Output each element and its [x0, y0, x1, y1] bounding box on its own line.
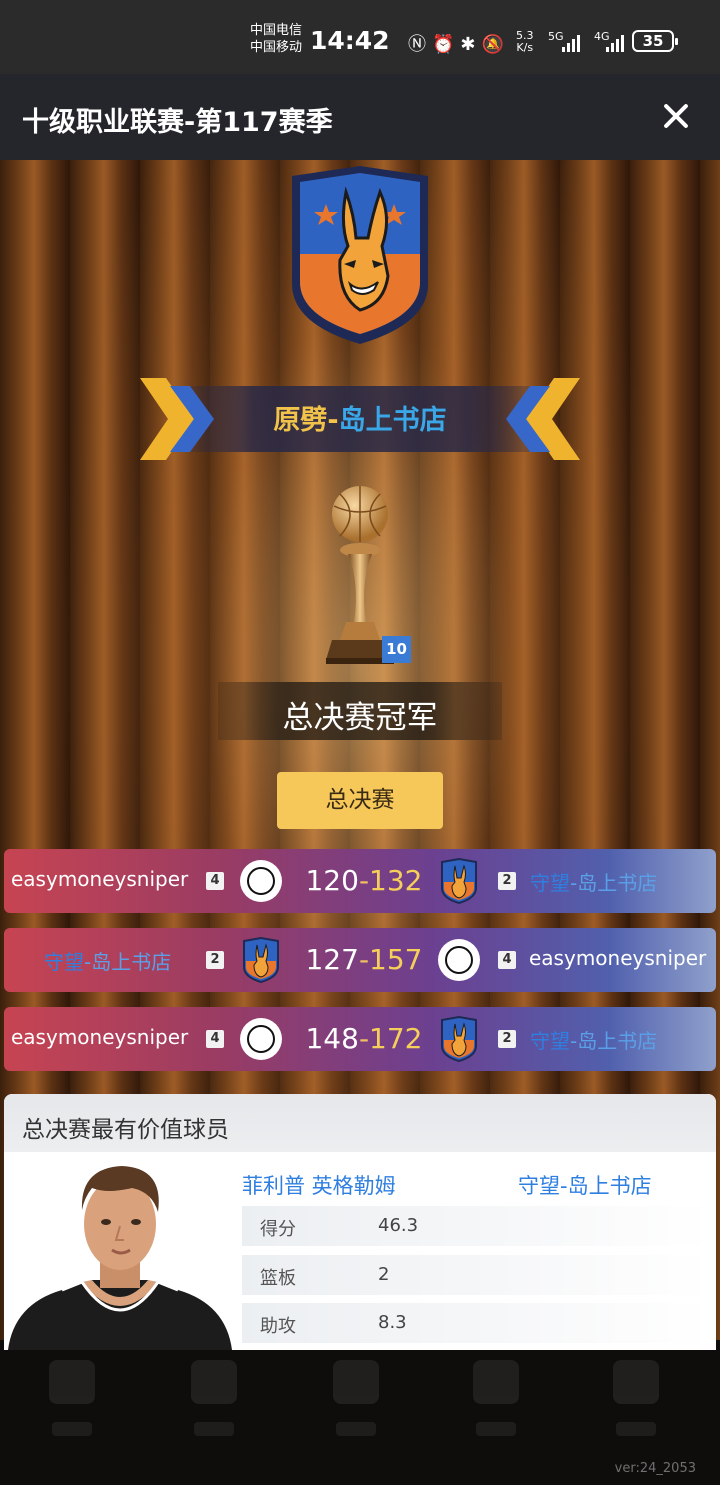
champion-banner: 原劈-岛上书店	[140, 378, 580, 460]
mvp-body: 菲利普 英格勒姆 守望-岛上书店 得分 46.3 篮板 2 助攻 8.3	[4, 1152, 716, 1350]
game-row[interactable]: 守望-岛上书店 2 127-157 4 easymoneysniper	[4, 928, 716, 992]
stat-label: 助攻	[260, 1316, 296, 1337]
team-prefix: 守望	[530, 1029, 570, 1053]
level-badge: 2	[206, 951, 224, 969]
score-left: 148	[305, 1022, 359, 1055]
nav-blur-icon	[44, 1360, 100, 1450]
mvp-header: 总决赛最有价值球员	[4, 1094, 716, 1152]
stat-row: 助攻 8.3	[242, 1303, 712, 1343]
nav-blur-icon	[468, 1360, 524, 1450]
team-suffix: -岛上书店	[570, 871, 658, 895]
mvp-card: 总决赛最有价值球员 菲利普 英格勒姆 守望-岛上书店 得分 46.3 篮板 2 …	[4, 1094, 716, 1350]
stat-row: 得分 46.3	[242, 1206, 712, 1246]
page-title: 十级职业联赛-第117赛季	[22, 107, 333, 138]
score-left: 120	[305, 864, 359, 897]
champion-title: 总决赛冠军	[282, 700, 438, 736]
nav-blur-icon	[186, 1360, 242, 1450]
mvp-player-name: 菲利普 英格勒姆	[242, 1174, 396, 1198]
stat-value: 46.3	[378, 1215, 419, 1236]
level-badge: 4	[498, 951, 516, 969]
game-row[interactable]: easymoneysniper 4 148-172 2 守望-岛上书店	[4, 1007, 716, 1071]
app-header: 十级职业联赛-第117赛季	[0, 74, 720, 160]
score-left: 127	[305, 943, 359, 976]
net-speed: 5.3 K/s	[516, 30, 534, 54]
battery-icon: 35	[632, 30, 678, 52]
status-icons: Ⓝ⏰✱🔕	[408, 30, 510, 56]
game-score: 148-172	[302, 1022, 426, 1055]
team-logo-icon	[292, 166, 428, 344]
basketball-icon	[240, 1018, 282, 1060]
team-logo-icon	[441, 858, 477, 904]
home-player-name: easymoneysniper	[11, 867, 189, 891]
stat-value: 2	[378, 1264, 390, 1285]
away-team-name: 守望-岛上书店	[530, 1025, 657, 1054]
carrier-2: 中国移动	[250, 40, 303, 55]
nav-blur-icon	[328, 1360, 384, 1450]
version-label: ver:24_2053	[614, 1461, 696, 1476]
stat-label: 篮板	[260, 1268, 296, 1289]
stat-value: 8.3	[378, 1312, 407, 1333]
net-speed-unit: K/s	[516, 41, 534, 54]
team-prefix: 守望	[44, 950, 84, 974]
home-team-name: 守望-岛上书店	[44, 946, 171, 975]
alarm-icon: ⏰	[432, 34, 461, 55]
champion-team-prefix: 原劈-	[273, 405, 339, 436]
team-prefix: 守望	[518, 1174, 560, 1198]
home-player-name: easymoneysniper	[11, 1025, 189, 1049]
status-bar: 中国电信 中国移动 14:42 Ⓝ⏰✱🔕 5.3 K/s 5G 4G 35	[0, 0, 720, 74]
stat-row: 篮板 2	[242, 1255, 712, 1295]
close-button[interactable]	[656, 96, 696, 136]
trophy-count-badge: 10	[382, 636, 411, 663]
team-prefix: 守望	[530, 871, 570, 895]
nav-blur-icon	[608, 1360, 664, 1450]
team-logo-icon	[441, 1016, 477, 1062]
level-badge: 4	[206, 872, 224, 890]
champion-title-plate: 总决赛冠军	[218, 682, 502, 740]
score-right: 157	[369, 943, 423, 976]
level-badge: 2	[498, 1030, 516, 1048]
away-player-name: easymoneysniper	[529, 946, 707, 970]
away-team-name: 守望-岛上书店	[530, 867, 657, 896]
status-time: 14:42	[310, 26, 390, 55]
bluetooth-icon: ✱	[460, 34, 482, 55]
player-portrait[interactable]	[8, 1158, 232, 1350]
score-separator: -	[358, 1022, 370, 1055]
champion-team-suffix: 岛上书店	[338, 405, 447, 436]
basketball-icon	[438, 939, 480, 981]
mvp-section-title: 总决赛最有价值球员	[22, 1117, 229, 1143]
game-score: 120-132	[302, 864, 426, 897]
mvp-team-name: 守望-岛上书店	[518, 1170, 652, 1200]
finals-button[interactable]: 总决赛	[277, 772, 443, 829]
basketball-icon	[240, 860, 282, 902]
team-suffix: -岛上书店	[84, 950, 172, 974]
score-right: 172	[369, 1022, 423, 1055]
signal-bars-2-icon	[606, 34, 624, 52]
score-right: 132	[369, 864, 423, 897]
signal-bars-1-icon	[562, 34, 580, 52]
level-badge: 2	[498, 872, 516, 890]
team-suffix: -岛上书店	[570, 1029, 658, 1053]
team-logo-icon	[243, 937, 279, 983]
mute-icon: 🔕	[481, 34, 510, 55]
score-separator: -	[358, 864, 370, 897]
team-suffix: -岛上书店	[560, 1174, 652, 1198]
stat-label: 得分	[260, 1219, 296, 1240]
champion-team-name: 原劈-岛上书店	[140, 398, 580, 437]
score-separator: -	[358, 943, 370, 976]
carrier-1: 中国电信	[250, 23, 303, 38]
game-score: 127-157	[302, 943, 426, 976]
carrier-labels: 中国电信 中国移动	[250, 22, 302, 56]
nfc-icon: Ⓝ	[408, 34, 432, 55]
game-row[interactable]: easymoneysniper 4 120-132 2 守望-岛上书店	[4, 849, 716, 913]
level-badge: 4	[206, 1030, 224, 1048]
